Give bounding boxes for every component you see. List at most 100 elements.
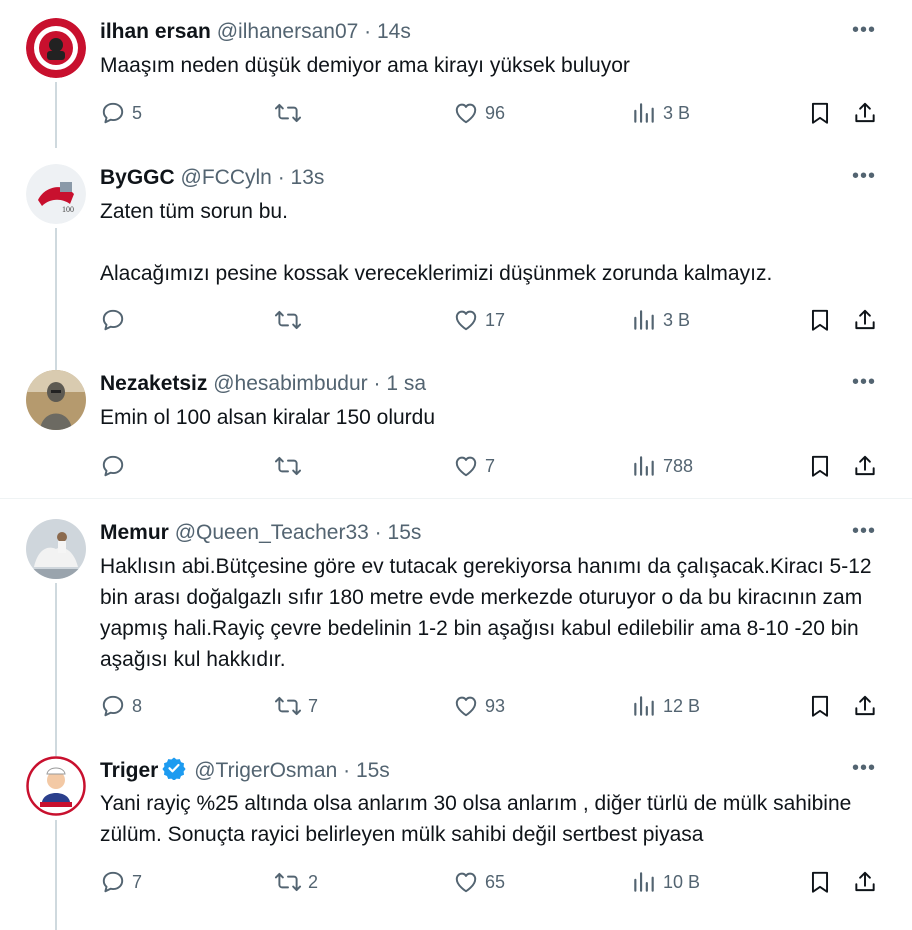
author-handle[interactable]: @hesabimbudur	[213, 372, 367, 395]
tweet-3[interactable]: Nezaketsiz @hesabimbudur · 1 sa ••• Emin…	[0, 370, 912, 490]
timestamp[interactable]: 15s	[356, 759, 390, 782]
bookmark-button[interactable]	[807, 305, 833, 335]
author-handle[interactable]: @TrigerOsman	[194, 759, 337, 782]
author-handle[interactable]: @Queen_Teacher33	[175, 521, 369, 544]
verified-badge-icon[interactable]	[162, 756, 186, 780]
share-icon	[855, 455, 875, 476]
views-count: 12 B	[663, 695, 701, 716]
tweet-1[interactable]: ilhan ersan @ilhanersan07 · 14s ••• Maaş…	[0, 18, 912, 148]
share-icon	[855, 102, 875, 123]
views-chart-icon	[634, 456, 654, 476]
action-bar: 7 788	[100, 451, 880, 481]
reply-count: 5	[132, 102, 143, 123]
like-button[interactable]: 65	[453, 867, 505, 897]
views-count: 3 B	[663, 102, 691, 123]
share-button[interactable]	[852, 451, 878, 481]
avatar[interactable]	[26, 370, 86, 430]
bookmark-icon	[811, 102, 829, 124]
red-circle-emblem-avatar-icon	[26, 18, 86, 78]
reply-button[interactable]: 5	[100, 98, 142, 128]
bookmark-button[interactable]	[807, 691, 833, 721]
bookmark-button[interactable]	[807, 451, 833, 481]
reply-icon	[102, 102, 124, 124]
share-button[interactable]	[852, 98, 878, 128]
action-bar: 5 96 3 B	[100, 98, 880, 128]
more-options-icon[interactable]: •••	[852, 20, 876, 40]
share-button[interactable]	[852, 867, 878, 897]
views-button[interactable]: 3 B	[631, 305, 690, 335]
reply-button[interactable]	[100, 451, 132, 481]
bookmark-button[interactable]	[807, 98, 833, 128]
timestamp[interactable]: 15s	[388, 521, 422, 544]
views-count: 788	[663, 455, 694, 476]
horse-rider-avatar-icon	[26, 519, 86, 579]
separator: ·	[343, 759, 351, 782]
reply-icon	[102, 871, 124, 893]
views-button[interactable]: 10 B	[631, 867, 700, 897]
like-button[interactable]: 96	[453, 98, 505, 128]
more-options-icon[interactable]: •••	[852, 372, 876, 392]
retweet-icon	[274, 310, 302, 330]
reply-icon	[102, 455, 124, 477]
views-chart-icon	[634, 696, 654, 716]
reply-button[interactable]: 8	[100, 691, 142, 721]
views-chart-icon	[634, 872, 654, 892]
author-name[interactable]: Memur	[100, 521, 169, 544]
retweet-button[interactable]	[274, 451, 308, 481]
timestamp[interactable]: 13s	[291, 166, 325, 189]
share-button[interactable]	[852, 691, 878, 721]
thread-line	[55, 583, 57, 756]
retweet-icon	[274, 872, 302, 892]
heart-icon	[455, 872, 477, 893]
timestamp[interactable]: 14s	[377, 20, 411, 43]
bookmark-icon	[811, 309, 829, 331]
share-button[interactable]	[852, 305, 878, 335]
heart-icon	[455, 310, 477, 331]
like-button[interactable]: 93	[453, 691, 505, 721]
more-options-icon[interactable]: •••	[852, 758, 876, 778]
action-bar: 8 7 93 12 B	[100, 691, 880, 721]
author-name[interactable]: Nezaketsiz	[100, 372, 207, 395]
avatar[interactable]	[26, 18, 86, 78]
tweet-4[interactable]: Memur @Queen_Teacher33 · 15s ••• Haklısı…	[0, 519, 912, 729]
author-handle[interactable]: @FCCyln	[181, 166, 272, 189]
more-options-icon[interactable]: •••	[852, 521, 876, 541]
cartoon-chef-avatar-icon	[26, 756, 86, 816]
avatar[interactable]	[26, 519, 86, 579]
reply-button[interactable]	[100, 305, 132, 335]
tweet-5[interactable]: Triger @TrigerOsman · 15s ••• Yani rayiç…	[0, 756, 912, 906]
author-name[interactable]: Triger	[100, 759, 158, 782]
bookmark-button[interactable]	[807, 867, 833, 897]
action-bar: 17 3 B	[100, 305, 880, 335]
tweet-text: Maaşım neden düşük demiyor ama kirayı yü…	[100, 54, 630, 77]
views-button[interactable]: 3 B	[631, 98, 690, 128]
like-count: 7	[485, 455, 496, 476]
like-button[interactable]: 7	[453, 451, 495, 481]
avatar[interactable]	[26, 756, 86, 816]
tweet-header: Memur @Queen_Teacher33 · 15s	[100, 519, 421, 547]
reply-button[interactable]: 7	[100, 867, 142, 897]
tweet-2[interactable]: 100 ByGGC @FCCyln · 13s ••• Zaten tüm so…	[0, 164, 912, 344]
author-name[interactable]: ilhan ersan	[100, 20, 211, 43]
tweet-text: Yani rayiç %25 altında olsa anlarım 30 o…	[100, 792, 852, 846]
more-options-icon[interactable]: •••	[852, 166, 876, 186]
reply-count: 7	[132, 871, 143, 892]
like-button[interactable]: 17	[453, 305, 505, 335]
views-button[interactable]: 12 B	[631, 691, 700, 721]
views-chart-icon	[634, 103, 654, 123]
heart-icon	[455, 103, 477, 124]
author-handle[interactable]: @ilhanersan07	[217, 20, 359, 43]
bookmark-icon	[811, 871, 829, 893]
retweet-button[interactable]	[274, 305, 308, 335]
svg-text:100: 100	[62, 205, 74, 214]
avatar[interactable]: 100	[26, 164, 86, 224]
retweet-button[interactable]: 7	[274, 691, 318, 721]
retweet-button[interactable]	[274, 98, 308, 128]
reply-count: 8	[132, 695, 143, 716]
timestamp[interactable]: 1 sa	[386, 372, 426, 395]
views-count: 3 B	[663, 309, 691, 330]
views-button[interactable]: 788	[631, 451, 693, 481]
retweet-button[interactable]: 2	[274, 867, 318, 897]
tweet-header: Nezaketsiz @hesabimbudur · 1 sa	[100, 370, 426, 398]
author-name[interactable]: ByGGC	[100, 166, 175, 189]
